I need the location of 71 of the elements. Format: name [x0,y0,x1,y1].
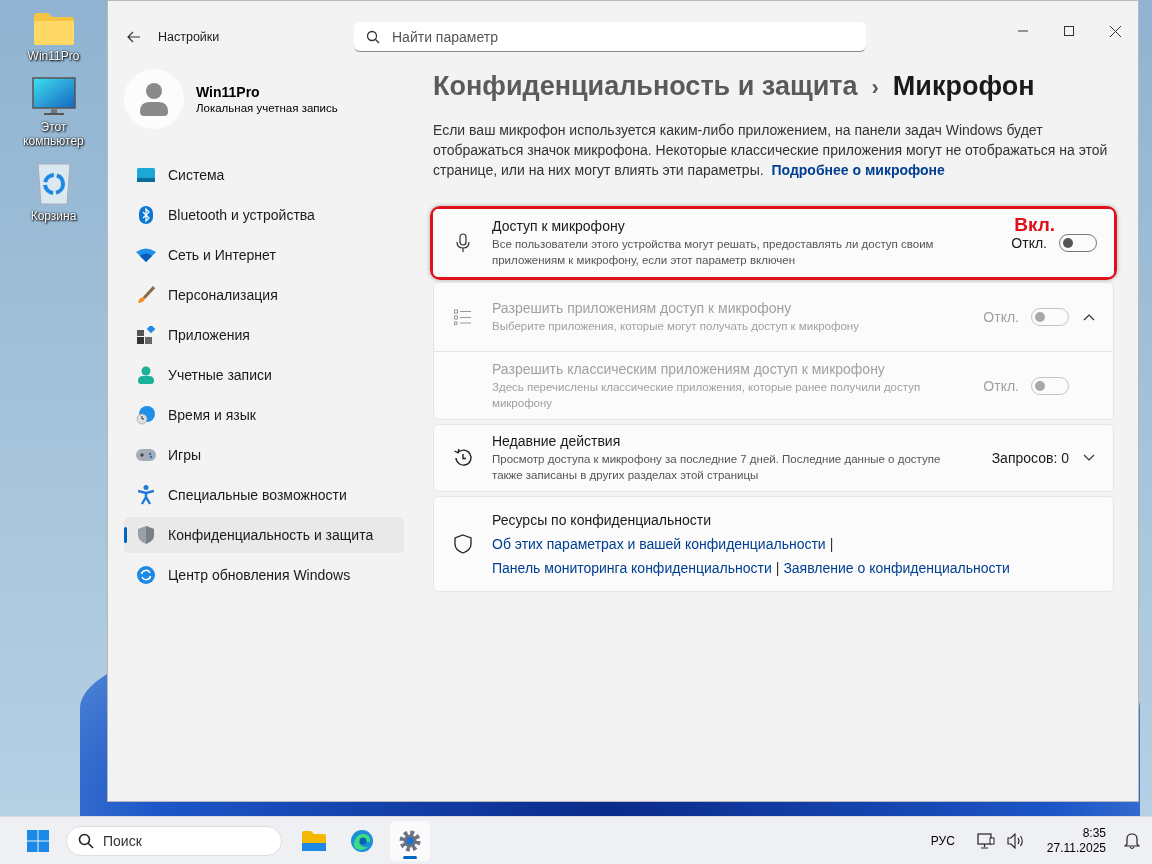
brush-icon [137,286,155,304]
setting-title: Недавние действия [492,433,622,449]
bluetooth-icon [139,206,153,224]
sidebar-item[interactable]: Конфиденциальность и защита [124,517,404,553]
shield-icon [452,534,474,554]
search-field[interactable]: Найти параметр [354,22,866,52]
clock-date[interactable]: 27.11.2025 [1046,840,1106,856]
setting-description: Здесь перечислены классические приложения, которые ранее получили доступ микрофону [492,379,922,411]
toggle-label: Откл. [983,377,1019,394]
sidebar-item[interactable]: Bluetooth и устройства [124,197,404,233]
monitor-icon [137,168,155,182]
history-icon [452,448,474,468]
window-title: Настройки [158,30,221,44]
accessibility-icon [138,485,154,505]
callout-text: Вкл. [1014,214,1055,236]
sidebar-item[interactable]: Учетные записи [124,357,404,393]
setting-title: Доступ к микрофону [492,218,626,234]
page-title: Микрофон [892,71,1035,102]
sidebar-item[interactable]: Персонализация [124,277,404,313]
clock-time[interactable]: 8:35 [1082,825,1106,841]
monitor-icon[interactable] [31,77,76,117]
account-name: Win11Pro [196,84,261,100]
wifi-icon [136,248,156,262]
taskbar-search-field[interactable]: Поиск [66,825,282,856]
list-icon [452,309,474,325]
language-indicator[interactable]: РУС [930,833,955,848]
windows-logo-icon [27,829,49,852]
chevron-down-icon[interactable] [1081,454,1097,462]
shield-icon [138,526,154,544]
sidebar-item[interactable]: Центр обновления Windows [124,557,404,593]
setting-title: Ресурсы по конфиденциальности [492,512,712,528]
setting-description: Все пользователи этого устройства могут решать, предоставлять ли доступ своим приложениям к микрофону, если этот параметр включен [492,237,935,268]
gamepad-icon [136,449,156,461]
toggle-label: Откл. [1011,235,1047,251]
sidebar-item[interactable]: Специальные возможности [124,477,404,513]
globe-clock-icon [136,405,156,425]
setting-title: Разрешить классическим приложениям доступ к микрофону [492,360,886,377]
privacy-link[interactable]: Заявление о конфиденциальности [783,560,1010,576]
speaker-icon[interactable] [1006,832,1025,849]
sidebar-item[interactable]: Игры [124,437,404,473]
refresh-icon [137,566,155,584]
apps-icon [137,326,155,344]
link-separator: | [829,536,834,552]
privacy-link[interactable]: Панель мониторинга конфиденциальности [492,560,772,576]
toggle-label: Откл. [983,309,1019,325]
gear-icon [398,828,422,853]
breadcrumb-separator: › [871,75,879,101]
close-icon [1109,25,1121,37]
recycle-bin-icon[interactable] [35,162,72,206]
privacy-link[interactable]: Об этих параметрах и вашей конфиденциальности [492,536,826,552]
setting-card[interactable]: Недавние действия Просмотр доступа к микрофону за последние 7 дней. Последние данные о доступе также записаны в других разделах этой страницы Запросов: 0 [433,424,1114,492]
setting-description: Просмотр доступа к микрофону за последние 7 дней. Последние данные о доступе также записаны в других разделах этой страницы [492,452,942,483]
sidebar-item[interactable]: Система [124,157,404,193]
folder-icon [301,829,327,852]
sidebar-item[interactable]: Сеть и Интернет [124,237,404,273]
person-icon [138,366,154,384]
setting-description: Выберите приложения, которые могут получать доступ к микрофону [492,319,860,334]
settings-button[interactable] [390,820,430,861]
request-count: Запросов: 0 [991,450,1069,466]
setting-title: Разрешить приложениям доступ к микрофону [492,300,793,316]
maximize-icon [1064,26,1074,36]
account-type: Локальная учетная запись [196,102,338,114]
breadcrumb-parent[interactable]: Конфиденциальность и защита [433,71,858,102]
learn-more-link[interactable]: Подробнее о микрофоне [771,162,945,178]
network-monitor-icon[interactable] [976,832,995,849]
browser-icon [350,828,374,853]
link-separator: | [775,560,780,576]
bell-icon[interactable] [1124,831,1140,850]
sidebar-item[interactable]: Приложения [124,317,404,353]
description-text: Если ваш микрофон используется каким-либо приложением, на панели задач Windows будет отображаться значок микрофона. Некоторые классические приложения могут не отображаться на этой странице, или на них могут влиять эти параметры. Подробнее о микрофоне [433,121,1109,180]
sidebar-item[interactable]: Время и язык [124,397,404,433]
